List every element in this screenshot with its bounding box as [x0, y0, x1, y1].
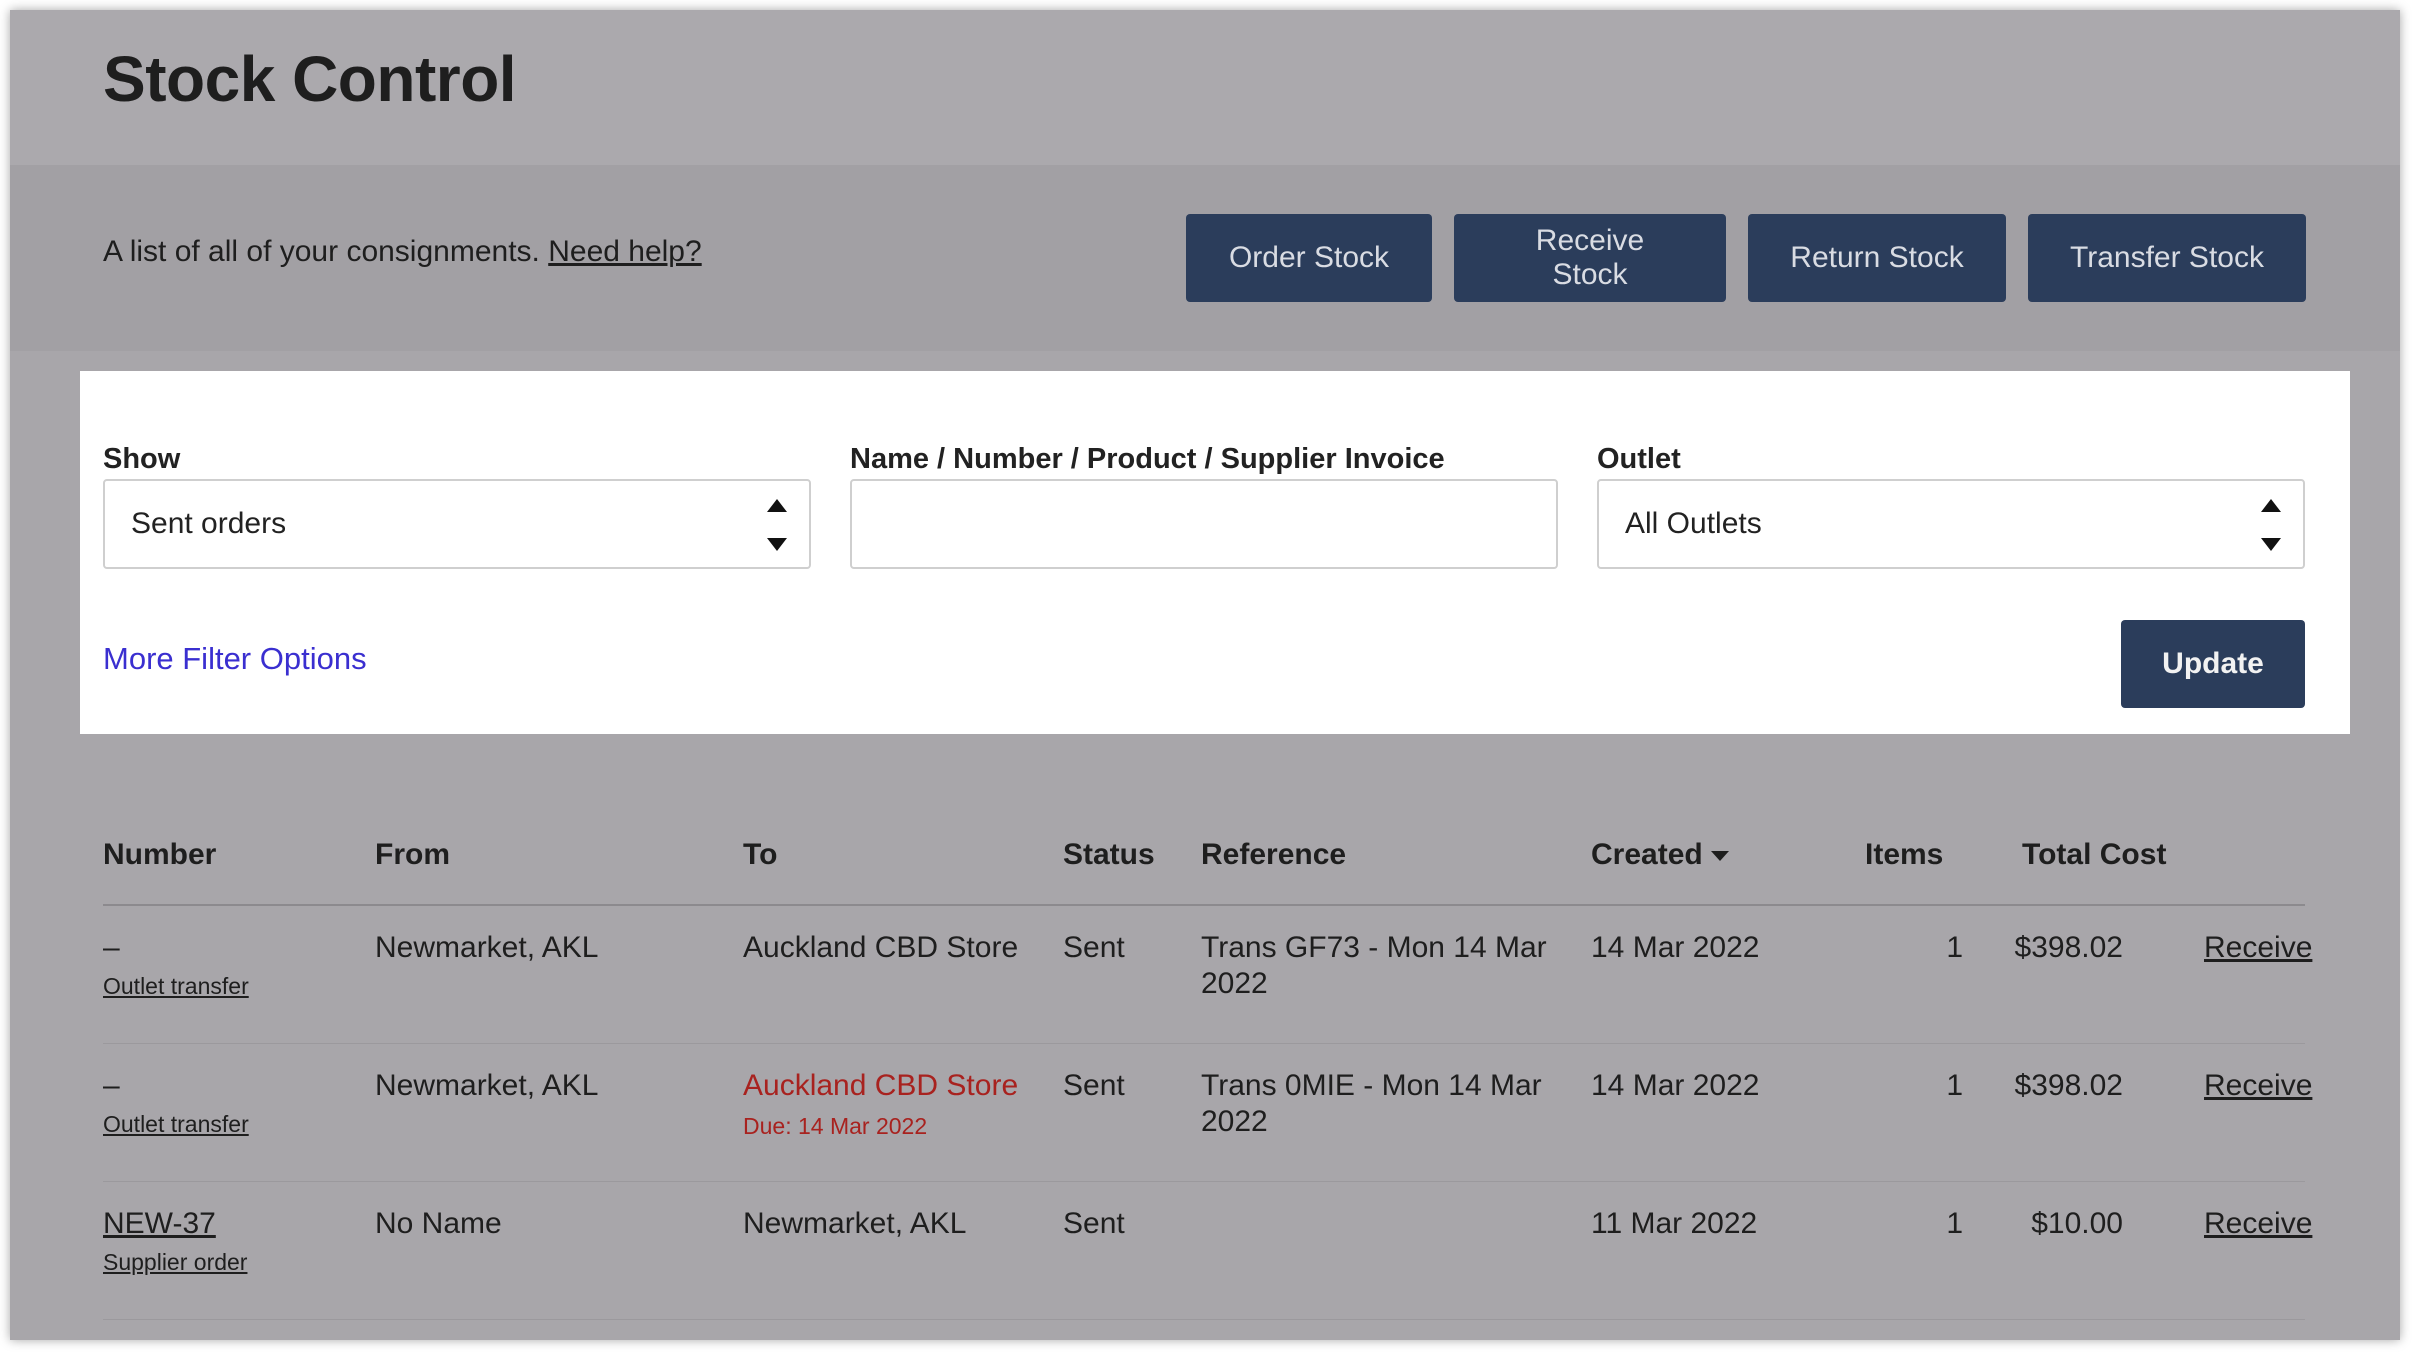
row-created: 14 Mar 2022: [1591, 931, 1760, 964]
column-header-to[interactable]: To: [743, 838, 777, 872]
row-type-link[interactable]: Outlet transfer: [103, 968, 249, 1004]
page-title: Stock Control: [103, 43, 517, 115]
row-items: 1: [1946, 931, 1963, 964]
column-header-from[interactable]: From: [375, 838, 450, 872]
row-created: 11 Mar 2022: [1591, 1207, 1758, 1240]
filter-panel: Show Sent orders Name / Number / Product…: [80, 371, 2350, 734]
row-total-cost: $398.02: [2014, 1069, 2123, 1102]
column-header-reference[interactable]: Reference: [1201, 838, 1346, 872]
receive-link[interactable]: Receive: [2204, 1206, 2312, 1242]
table-row: NEW-37 Supplier order No Name Newmarket,…: [103, 1182, 2312, 1320]
row-type-link[interactable]: Outlet transfer: [103, 1106, 249, 1142]
search-label: Name / Number / Product / Supplier Invoi…: [850, 443, 1445, 475]
row-status: Sent: [1063, 1207, 1125, 1240]
search-field: [850, 479, 1558, 569]
column-header-created[interactable]: Created: [1591, 838, 1729, 872]
intro-text: A list of all of your consignments. Need…: [103, 235, 702, 269]
row-total-cost: $10.00: [2031, 1207, 2123, 1240]
show-label: Show: [103, 443, 181, 475]
row-type-link[interactable]: Supplier order: [103, 1244, 247, 1280]
search-input[interactable]: [878, 507, 1530, 541]
row-to: Auckland CBD Store: [743, 1069, 1019, 1102]
row-to: Auckland CBD Store: [743, 931, 1019, 964]
row-reference: Trans 0MIE - Mon 14 Mar 2022: [1201, 1069, 1542, 1138]
show-select-value: Sent orders: [131, 507, 287, 540]
row-created: 14 Mar 2022: [1591, 1069, 1760, 1102]
receive-link[interactable]: Receive: [2204, 930, 2312, 966]
row-status: Sent: [1063, 1069, 1125, 1102]
row-total-cost: $398.02: [2014, 931, 2123, 964]
row-items: 1: [1946, 1069, 1963, 1102]
row-number-link[interactable]: NEW-37: [103, 1206, 216, 1242]
title-bar: Stock Control: [10, 10, 2400, 165]
more-filter-options-link[interactable]: More Filter Options: [103, 641, 367, 677]
row-due-date: Due: 14 Mar 2022: [743, 1113, 928, 1139]
row-from: Newmarket, AKL: [375, 1069, 599, 1102]
row-items: 1: [1946, 1207, 1963, 1240]
outlet-select[interactable]: All Outlets: [1597, 479, 2305, 569]
action-buttons: Order Stock Receive Stock Return Stock T…: [1186, 214, 2306, 302]
row-status: Sent: [1063, 931, 1125, 964]
row-number: –: [103, 1069, 120, 1102]
row-number: –: [103, 931, 120, 964]
table-row: – Outlet transfer Newmarket, AKL Aucklan…: [103, 906, 2312, 1044]
column-header-total-cost[interactable]: Total Cost: [2022, 838, 2166, 872]
intro-label: A list of all of your consignments.: [103, 235, 540, 268]
updown-arrows-icon: [767, 499, 787, 551]
row-reference: Trans GF73 - Mon 14 Mar 2022: [1201, 931, 1547, 1000]
receive-link[interactable]: Receive: [2204, 1068, 2312, 1104]
sort-down-icon: [1710, 851, 1729, 862]
update-button[interactable]: Update: [2121, 620, 2305, 708]
row-from: Newmarket, AKL: [375, 931, 599, 964]
column-header-created-label: Created: [1591, 838, 1703, 871]
outlet-select-value: All Outlets: [1625, 507, 1762, 540]
row-to: Newmarket, AKL: [743, 1207, 967, 1240]
transfer-stock-button[interactable]: Transfer Stock: [2028, 214, 2306, 302]
order-stock-button[interactable]: Order Stock: [1186, 214, 1432, 302]
app-window: Stock Control A list of all of your cons…: [10, 10, 2400, 1340]
show-select[interactable]: Sent orders: [103, 479, 811, 569]
need-help-link[interactable]: Need help?: [548, 235, 701, 268]
subheader: A list of all of your consignments. Need…: [10, 165, 2400, 351]
updown-arrows-icon: [2261, 499, 2281, 551]
return-stock-button[interactable]: Return Stock: [1748, 214, 2006, 302]
row-from: No Name: [375, 1207, 502, 1240]
table-row: – Outlet transfer Newmarket, AKL Aucklan…: [103, 1044, 2312, 1182]
column-header-status[interactable]: Status: [1063, 838, 1155, 872]
column-header-items[interactable]: Items: [1865, 838, 1943, 872]
column-header-number[interactable]: Number: [103, 838, 216, 872]
receive-stock-button[interactable]: Receive Stock: [1454, 214, 1726, 302]
outlet-label: Outlet: [1597, 443, 1681, 475]
